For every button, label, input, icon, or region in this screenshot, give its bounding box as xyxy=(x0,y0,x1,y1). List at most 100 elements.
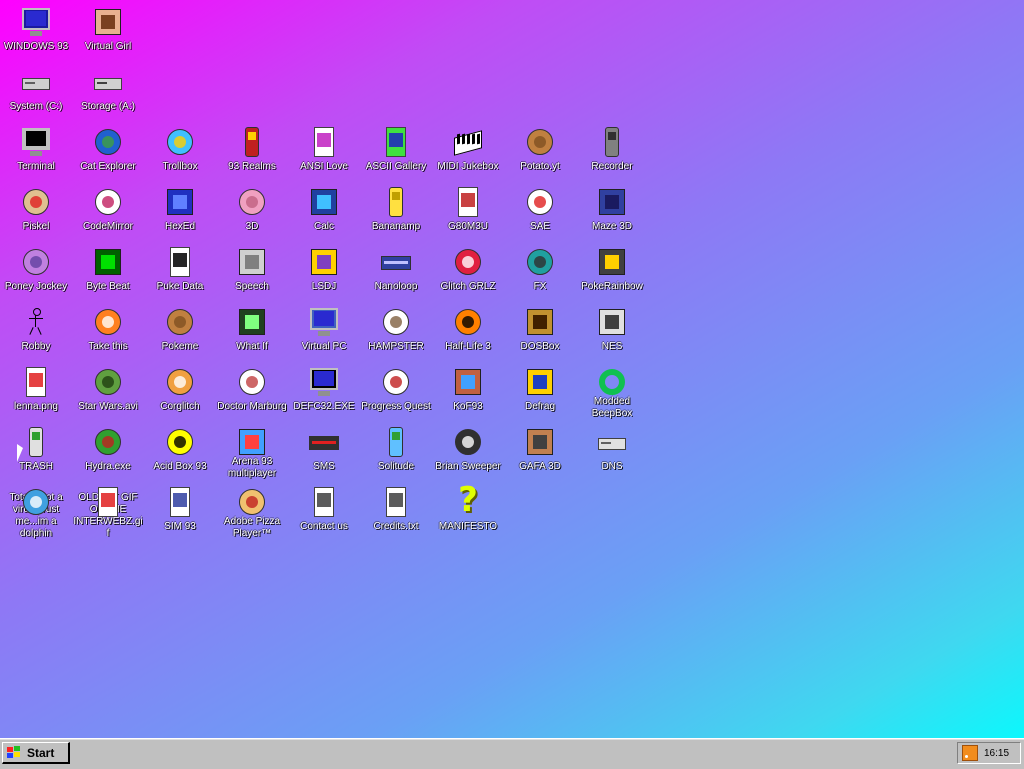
desktop-icon-pokerainbow[interactable]: PokeRainbow xyxy=(576,240,648,300)
desktop-icon-piskel[interactable]: Piskel xyxy=(0,180,72,240)
desktop-icon-lsdj[interactable]: LSDJ xyxy=(288,240,360,300)
desktop-icon-label: Adobe Pizza Player™ xyxy=(223,516,281,539)
desktop-icon-sms[interactable]: SMS xyxy=(288,420,360,480)
desktop-icon-dns[interactable]: DNS xyxy=(576,420,648,480)
desktop-icon-label: Calc xyxy=(313,221,334,232)
desktop-icon-pokeme[interactable]: Pokeme xyxy=(144,300,216,360)
desktop-icon-label: Virtual PC xyxy=(301,341,347,352)
desktop-icon-hexed[interactable]: HexEd xyxy=(144,180,216,240)
desktop-icon-trollbox[interactable]: Trollbox xyxy=(144,120,216,180)
rss-icon[interactable] xyxy=(962,745,978,761)
desktop-icon-trash[interactable]: TRASH xyxy=(0,420,72,480)
atom-icon xyxy=(524,246,556,278)
chat-bubble-icon xyxy=(164,126,196,158)
defrag-icon xyxy=(524,366,556,398)
desktop-icon-label: Contact us xyxy=(300,521,348,532)
desktop-icon-label: Hydra.exe xyxy=(85,461,131,472)
lips-icon xyxy=(452,246,484,278)
checkered-ball-icon xyxy=(524,186,556,218)
system-tray: 16:15 xyxy=(957,742,1021,764)
desktop-icon-gafa-3d[interactable]: GAFA 3D xyxy=(504,420,576,480)
desktop-icon-label: MIDI Jukebox xyxy=(437,161,499,172)
desktop-icon-label: Robby xyxy=(21,341,51,352)
desktop-icon-defrag[interactable]: Defrag xyxy=(504,360,576,420)
desktop-icon-what-if[interactable]: What If xyxy=(216,300,288,360)
desktop-icon-bananamp[interactable]: Bananamp xyxy=(360,180,432,240)
desktop-icon-byte-beat[interactable]: Byte Beat xyxy=(72,240,144,300)
mouse-pointer-icon xyxy=(17,444,23,462)
desktop-icon-windows-93[interactable]: WINDOWS 93 xyxy=(0,0,72,60)
desktop-icon-label: Corglitch xyxy=(160,401,200,412)
desktop-icon-kof93[interactable]: KoF93 xyxy=(432,360,504,420)
desktop-icon-label: G80M3U xyxy=(447,221,488,232)
desktop-icon-doctor-marburg[interactable]: Doctor Marburg xyxy=(216,360,288,420)
desktop-icon-puke-data[interactable]: Puke Data xyxy=(144,240,216,300)
desktop-icon-nes[interactable]: NES xyxy=(576,300,648,360)
desktop-icon-star-wars-avi[interactable]: Star Wars.avi xyxy=(72,360,144,420)
desktop-icon-acid-box-93[interactable]: Acid Box 93 xyxy=(144,420,216,480)
desktop-icon-93-realms[interactable]: 93 Realms xyxy=(216,120,288,180)
desktop-icon-arena-93-multiplayer[interactable]: Arena 93 multiplayer xyxy=(216,420,288,480)
desktop-icon-storage-a[interactable]: Storage (A:) xyxy=(72,60,144,120)
desktop-icon-g80m3u[interactable]: G80M3U xyxy=(432,180,504,240)
desktop-icon-calc[interactable]: Calc xyxy=(288,180,360,240)
desktop-icon-robby[interactable]: Robby xyxy=(0,300,72,360)
dragon-icon xyxy=(92,426,124,458)
desktop-icon-credits-txt[interactable]: Credits.txt xyxy=(360,480,432,540)
desktop-icon-progress-quest[interactable]: Progress Quest xyxy=(360,360,432,420)
desktop-icon-speech[interactable]: Speech xyxy=(216,240,288,300)
desktop-icon-glitch-grlz[interactable]: Glitch GRLZ xyxy=(432,240,504,300)
desktop-icon-hydra-exe[interactable]: Hydra.exe xyxy=(72,420,144,480)
desktop-icon-potato-yt[interactable]: Potato.yt xyxy=(504,120,576,180)
desktop-icon-take-this[interactable]: Take this xyxy=(72,300,144,360)
desktop-icon-modded-beepbox[interactable]: Modded BeepBox xyxy=(576,360,648,420)
desktop-icon-hampster[interactable]: HAMPSTER xyxy=(360,300,432,360)
maze-icon xyxy=(596,186,628,218)
desktop-icon-label: What If xyxy=(236,341,268,352)
desktop-icon-terminal[interactable]: Terminal xyxy=(0,120,72,180)
desktop-icon-label: Brian Sweeper xyxy=(435,461,501,472)
desktop-icon-solitude[interactable]: Solitude xyxy=(360,420,432,480)
desktop-icon-poney-jockey[interactable]: Poney Jockey xyxy=(0,240,72,300)
desktop-icon-contact-us[interactable]: Contact us xyxy=(288,480,360,540)
desktop-icon-midi-jukebox[interactable]: MIDI Jukebox xyxy=(432,120,504,180)
floppy-drive-icon xyxy=(92,66,124,98)
desktop-icon-manifesto[interactable]: ? MANIFESTO xyxy=(432,480,504,540)
desktop-icon-label: Cat Explorer xyxy=(80,161,136,172)
desktop-icon-cat-explorer[interactable]: Cat Explorer xyxy=(72,120,144,180)
desktop-icon-ascii-gallery[interactable]: ASCII Gallery xyxy=(360,120,432,180)
desktop-icon-virtual-pc[interactable]: Virtual PC xyxy=(288,300,360,360)
desktop-icon-label: lenna.png xyxy=(14,401,58,412)
desktop-icon-totally-not-a-virus-trust-me-im-a-dolphin[interactable]: Totally not a virus.Trust me...im a dolp… xyxy=(0,480,72,540)
desktop-icon-brian-sweeper[interactable]: Brian Sweeper xyxy=(432,420,504,480)
desktop-icon-maze-3d[interactable]: Maze 3D xyxy=(576,180,648,240)
desktop-icon-corglitch[interactable]: Corglitch xyxy=(144,360,216,420)
desktop-icon-fx[interactable]: FX xyxy=(504,240,576,300)
desktop-icon-recorder[interactable]: Recorder xyxy=(576,120,648,180)
desktop-icon-system-c[interactable]: System (C:) xyxy=(0,60,72,120)
desktop-icon-sae[interactable]: SAE xyxy=(504,180,576,240)
desktop-icon-label: Acid Box 93 xyxy=(153,461,207,472)
desktop-icon-dosbox[interactable]: DOSBox xyxy=(504,300,576,360)
clock: 16:15 xyxy=(984,747,1010,759)
desktop-icon-defc32-exe[interactable]: DEFC32.EXE xyxy=(288,360,360,420)
desktop-icon-3d[interactable]: 3D xyxy=(216,180,288,240)
bytebeat-icon xyxy=(92,246,124,278)
desktop-icon-sim-93[interactable]: SIM 93 xyxy=(144,480,216,540)
desktop-icon-label: Potato.yt xyxy=(520,161,560,172)
mine-icon xyxy=(452,426,484,458)
pd-icon xyxy=(164,246,196,278)
playlist-icon xyxy=(452,186,484,218)
desktop-icon-adobe-pizza-player[interactable]: Adobe Pizza Player™ xyxy=(216,480,288,540)
desktop-icon-label: Byte Beat xyxy=(86,281,130,292)
desktop-icon-virtual-girl[interactable]: Virtual Girl xyxy=(72,0,144,60)
dolphin-icon xyxy=(20,486,52,515)
desktop-icon-half-life-3[interactable]: Half-Life 3 xyxy=(432,300,504,360)
desktop-icon-lenna-png[interactable]: lenna.png xyxy=(0,360,72,420)
desktop-icon-codemirror[interactable]: CodeMirror xyxy=(72,180,144,240)
desktop-icon-ansi-love[interactable]: ANSI Love xyxy=(288,120,360,180)
desktop-icon-nanoloop[interactable]: Nanoloop xyxy=(360,240,432,300)
start-button[interactable]: Start xyxy=(2,742,70,764)
desktop-icon-oldest-gif-of-the-interwebz-gif[interactable]: OLDEST GIF OF THE INTERWEBZ.gif xyxy=(72,480,144,540)
pixel-character-icon xyxy=(92,306,124,338)
